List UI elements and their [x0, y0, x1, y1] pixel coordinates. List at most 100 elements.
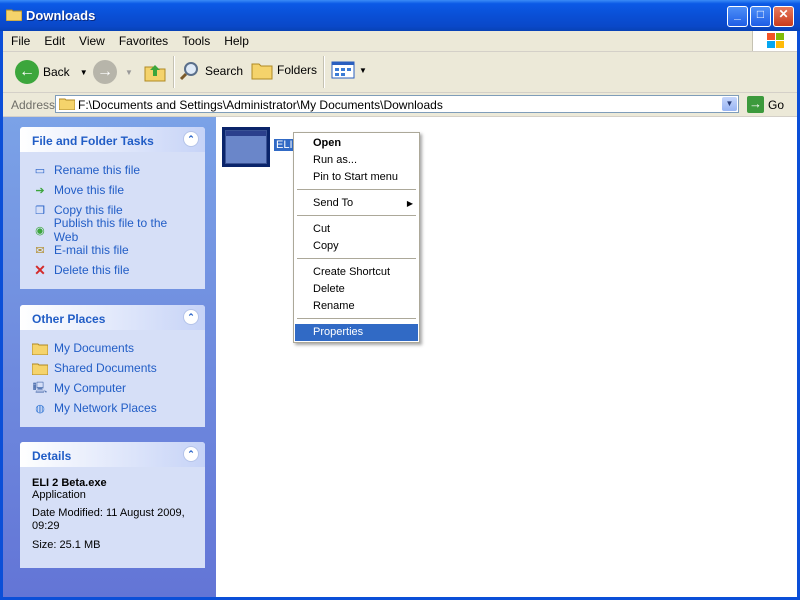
folder-icon	[59, 98, 75, 110]
task-label: Delete this file	[54, 263, 130, 277]
views-icon	[331, 61, 355, 79]
menu-tools[interactable]: Tools	[174, 31, 216, 48]
place-label: My Computer	[54, 381, 127, 395]
back-arrow-icon: ←	[15, 60, 39, 84]
task-pane: File and Folder Tasks ⌃ ▭ Rename this fil…	[3, 117, 216, 597]
address-label: Address	[11, 98, 56, 112]
task-move[interactable]: ➔ Move this file	[32, 180, 193, 200]
title-bar[interactable]: Downloads _ □ ✕	[0, 0, 800, 31]
task-label: Copy this file	[54, 203, 123, 217]
maximize-icon: □	[756, 7, 765, 21]
panel-title: Details	[32, 449, 72, 463]
panel-header[interactable]: Other Places ⌃	[20, 305, 205, 330]
rename-icon: ▭	[34, 164, 46, 177]
task-label: Publish this file to the Web	[53, 216, 168, 244]
menu-bar: File Edit View Favorites Tools Help	[3, 31, 797, 52]
address-value: F:\Documents and Settings\Administrator\…	[78, 98, 443, 112]
globe-icon: ◉	[35, 224, 45, 237]
panel-title: Other Places	[32, 312, 106, 326]
task-delete[interactable]: ✕ Delete this file	[32, 260, 193, 280]
application-file-icon[interactable]	[222, 127, 270, 167]
place-label: My Network Places	[54, 401, 157, 415]
menu-help[interactable]: Help	[216, 31, 255, 48]
details-size: Size: 25.1 MB	[32, 539, 101, 551]
details-type: Application	[32, 489, 86, 501]
toolbar: ← Back ▼ → ▼ Search Folders ▼	[3, 52, 797, 93]
folders-label: Folders	[277, 63, 318, 77]
folders-button[interactable]: Folders	[251, 60, 317, 80]
menu-open[interactable]: Open	[295, 135, 418, 152]
folders-icon	[251, 63, 273, 80]
task-label: Rename this file	[54, 163, 141, 177]
details-panel: Details ⌃ ELI 2 Beta.exe Application Dat…	[20, 442, 205, 568]
collapse-chevron-icon[interactable]: ⌃	[183, 446, 199, 462]
menu-delete[interactable]: Delete	[295, 281, 418, 298]
address-dropdown-button[interactable]: ▼	[722, 97, 737, 111]
go-arrow-icon: →	[747, 96, 764, 113]
search-icon	[179, 62, 198, 81]
panel-header[interactable]: File and Folder Tasks ⌃	[20, 127, 205, 152]
place-network[interactable]: ◍ My Network Places	[32, 398, 193, 418]
menu-edit[interactable]: Edit	[36, 31, 71, 48]
panel-header[interactable]: Details ⌃	[20, 442, 205, 467]
go-button[interactable]: → Go	[747, 96, 784, 113]
envelope-icon: ✉	[35, 244, 45, 257]
file-label[interactable]: ELI	[274, 139, 295, 151]
task-label: Move this file	[54, 183, 125, 197]
collapse-chevron-icon[interactable]: ⌃	[183, 309, 199, 325]
forward-button[interactable]: → ▼	[93, 60, 133, 84]
copy-icon: ❐	[35, 204, 45, 217]
back-button[interactable]: ← Back ▼	[15, 60, 88, 84]
folder-icon	[32, 360, 48, 376]
place-label: Shared Documents	[54, 361, 157, 375]
close-icon: ✕	[778, 7, 789, 21]
file-folder-tasks-panel: File and Folder Tasks ⌃ ▭ Rename this fil…	[20, 127, 205, 289]
address-input[interactable]: F:\Documents and Settings\Administrator\…	[55, 95, 739, 113]
menu-rename[interactable]: Rename	[295, 298, 418, 315]
menu-copy[interactable]: Copy	[295, 238, 418, 255]
place-label: My Documents	[54, 341, 135, 355]
minimize-button[interactable]: _	[727, 6, 748, 27]
task-label: E-mail this file	[54, 243, 129, 257]
menu-view[interactable]: View	[71, 31, 111, 48]
menu-cut[interactable]: Cut	[295, 221, 418, 238]
folder-icon	[6, 9, 22, 21]
menu-favorites[interactable]: Favorites	[111, 31, 174, 48]
task-publish[interactable]: ◉ Publish this file to the Web	[32, 216, 193, 244]
explorer-window: Downloads _ □ ✕ File Edit View Favorites Too…	[0, 0, 800, 600]
network-globe-icon: ◍	[35, 402, 45, 415]
details-filename: ELI 2 Beta.exe	[32, 477, 107, 489]
move-icon: ➔	[35, 184, 45, 197]
menu-run-as[interactable]: Run as...	[295, 152, 418, 169]
menu-create-shortcut[interactable]: Create Shortcut	[295, 264, 418, 281]
panel-title: File and Folder Tasks	[32, 134, 154, 148]
windows-logo-icon	[752, 31, 797, 51]
folder-icon	[32, 340, 48, 356]
chevron-down-icon[interactable]: ▼	[125, 68, 133, 77]
chevron-down-icon: ▼	[725, 99, 734, 108]
collapse-chevron-icon[interactable]: ⌃	[183, 131, 199, 147]
place-my-computer[interactable]: 🖳 My Computer	[32, 378, 193, 398]
views-button[interactable]: ▼	[331, 60, 367, 80]
computer-icon: 🖳	[32, 381, 48, 394]
task-rename[interactable]: ▭ Rename this file	[32, 160, 193, 180]
up-folder-button[interactable]	[143, 60, 167, 84]
menu-pin-to-start[interactable]: Pin to Start menu	[295, 169, 418, 186]
place-shared-documents[interactable]: Shared Documents	[32, 358, 193, 378]
maximize-button[interactable]: □	[750, 6, 771, 27]
minimize-icon: _	[734, 7, 741, 21]
menu-send-to[interactable]: Send To ▶	[295, 195, 418, 212]
menu-properties[interactable]: Properties	[295, 324, 418, 341]
search-label: Search	[205, 64, 244, 78]
close-button[interactable]: ✕	[773, 6, 794, 27]
menu-send-to-label: Send To	[313, 197, 354, 209]
place-my-documents[interactable]: My Documents	[32, 338, 193, 358]
window-title: Downloads	[26, 8, 96, 23]
submenu-arrow-icon: ▶	[406, 199, 413, 208]
search-button[interactable]: Search	[179, 60, 243, 82]
chevron-down-icon[interactable]: ▼	[80, 68, 88, 77]
menu-file[interactable]: File	[3, 31, 36, 48]
back-label: Back	[43, 65, 70, 79]
up-folder-icon	[144, 65, 166, 82]
address-bar: Address F:\Documents and Settings\Admini…	[3, 93, 797, 117]
